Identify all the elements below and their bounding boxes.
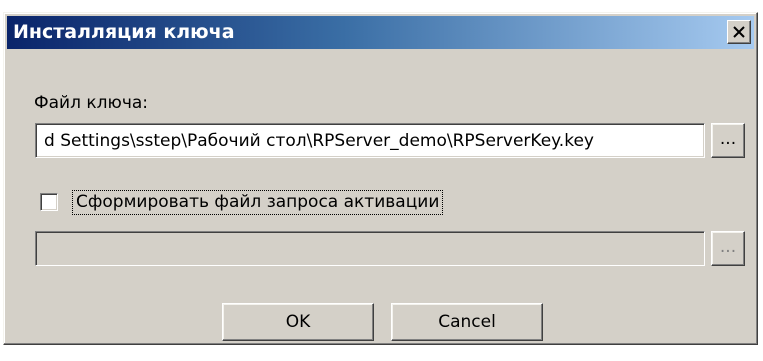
ok-button[interactable]: OK bbox=[222, 303, 374, 341]
browse-label: ... bbox=[719, 129, 737, 149]
activation-request-checkbox[interactable] bbox=[40, 193, 58, 211]
close-button[interactable] bbox=[727, 20, 751, 44]
browse-activation-file-button: ... bbox=[711, 231, 745, 266]
browse-key-file-button[interactable]: ... bbox=[711, 123, 745, 158]
cancel-label: Cancel bbox=[438, 312, 496, 332]
cancel-button[interactable]: Cancel bbox=[391, 303, 543, 341]
ok-label: OK bbox=[285, 312, 311, 332]
activation-request-label[interactable]: Сформировать файл запроса активации bbox=[71, 190, 444, 215]
activation-browse-label: ... bbox=[719, 237, 737, 257]
activation-file-input bbox=[35, 231, 705, 266]
key-file-path: d Settings\sstep\Рабочий стол\RPServer_d… bbox=[44, 131, 594, 151]
key-install-dialog: Инсталляция ключа Файл ключа: d Settings… bbox=[3, 12, 758, 345]
title-bar[interactable]: Инсталляция ключа bbox=[7, 16, 754, 49]
close-icon bbox=[733, 26, 745, 38]
window-title: Инсталляция ключа bbox=[13, 21, 235, 43]
key-file-input[interactable]: d Settings\sstep\Рабочий стол\RPServer_d… bbox=[35, 123, 705, 158]
key-file-label: Файл ключа: bbox=[34, 93, 149, 113]
